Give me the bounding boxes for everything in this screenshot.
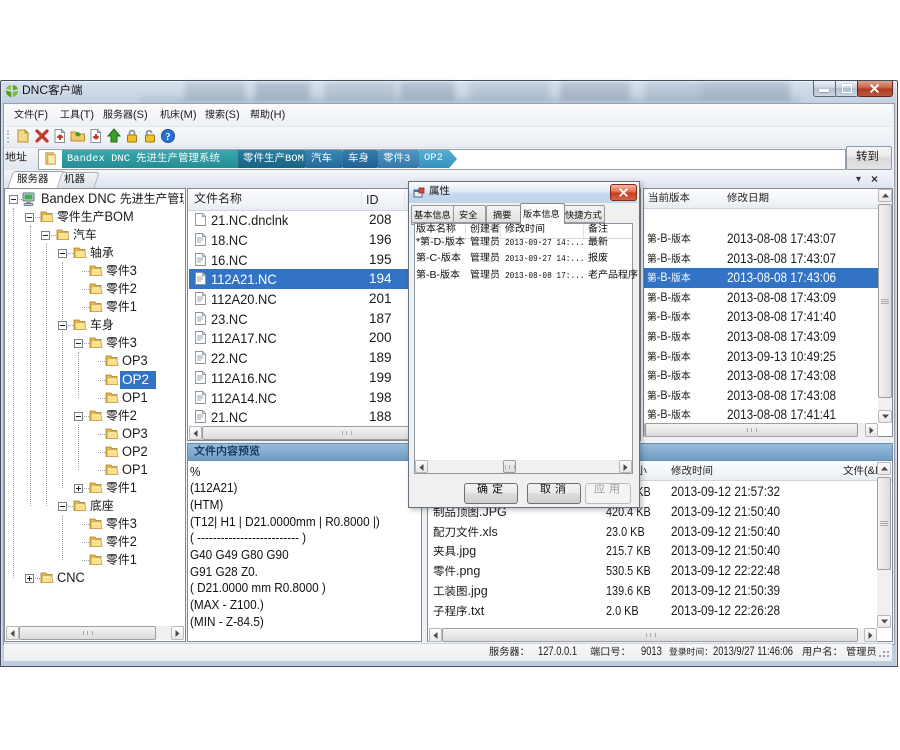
svg-text:?: ?: [166, 132, 171, 143]
